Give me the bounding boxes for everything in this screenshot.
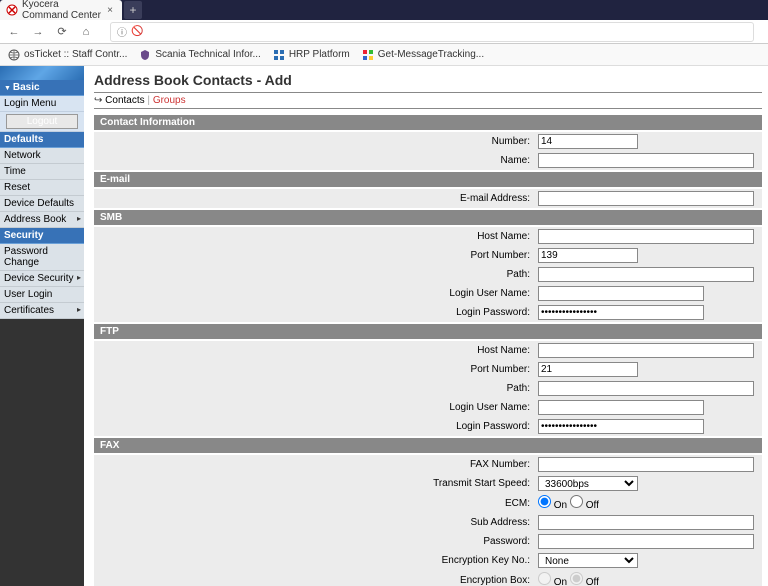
sidebar-item-address-book[interactable]: Address Book [0, 212, 84, 228]
label-enc-box: Encryption Box: [94, 570, 534, 586]
label-ftp-pass: Login Password: [94, 417, 534, 436]
tab-separator: | [147, 95, 150, 106]
bookmark-label: osTicket :: Staff Contr... [24, 49, 127, 60]
sidebar-item-password-change[interactable]: Password Change [0, 244, 84, 271]
label-fax-password: Password: [94, 532, 534, 551]
label-email: E-mail Address: [94, 189, 534, 208]
main-content: Address Book Contacts - Add Contacts | G… [84, 66, 768, 586]
grid-icon [273, 49, 285, 61]
label-transmit-speed: Transmit Start Speed: [94, 474, 534, 493]
ftp-user-input[interactable] [538, 400, 704, 415]
ftp-port-input[interactable] [538, 362, 638, 377]
label-ecm: ECM: [94, 493, 534, 513]
smb-user-input[interactable] [538, 286, 704, 301]
url-bar[interactable]: ⓘ 🚫 [110, 22, 754, 42]
label-smb-pass: Login Password: [94, 303, 534, 322]
browser-tab-strip: Kyocera Command Center × + [0, 0, 768, 20]
forward-button[interactable]: → [28, 22, 48, 42]
smb-port-input[interactable] [538, 248, 638, 263]
sidebar-section-security[interactable]: Security [0, 228, 84, 244]
section-fax: FAX [94, 438, 762, 453]
sidebar-logout-wrap: Logout [0, 112, 84, 132]
label-ftp-host: Host Name: [94, 341, 534, 360]
section-ftp: FTP [94, 324, 762, 339]
ftp-path-input[interactable] [538, 381, 754, 396]
enc-key-select[interactable]: None [538, 553, 638, 568]
sidebar-item-reset[interactable]: Reset [0, 180, 84, 196]
name-input[interactable] [538, 153, 754, 168]
sidebar: Basic Login Menu Logout Defaults Network… [0, 66, 84, 586]
smb-path-input[interactable] [538, 267, 754, 282]
browser-navbar: ← → ⟳ ⌂ ⓘ 🚫 [0, 20, 768, 44]
section-contact-info: Contact Information [94, 115, 762, 130]
label-smb-path: Path: [94, 265, 534, 284]
ecm-on-radio[interactable]: On [538, 500, 567, 511]
info-icon: ⓘ [117, 24, 127, 39]
label-sub-address: Sub Address: [94, 513, 534, 532]
label-ftp-port: Port Number: [94, 360, 534, 379]
transmit-speed-select[interactable]: 33600bps [538, 476, 638, 491]
ftp-pass-input[interactable] [538, 419, 704, 434]
enc-box-off-radio[interactable]: Off [570, 577, 599, 586]
browser-tab-active[interactable]: Kyocera Command Center × [0, 0, 122, 20]
bookmark-label: Scania Technical Infor... [155, 49, 260, 60]
new-tab-button[interactable]: + [124, 1, 142, 19]
tab-groups[interactable]: Groups [153, 95, 186, 106]
label-ftp-path: Path: [94, 379, 534, 398]
label-smb-user: Login User Name: [94, 284, 534, 303]
crumb-icon [94, 95, 105, 106]
label-name: Name: [94, 151, 534, 170]
sub-address-input[interactable] [538, 515, 754, 530]
sidebar-login-menu[interactable]: Login Menu [0, 96, 84, 112]
sidebar-banner [0, 66, 84, 80]
bookmark-msgtrack[interactable]: Get-MessageTracking... [358, 46, 488, 64]
tab-favicon [6, 4, 18, 16]
label-ftp-user: Login User Name: [94, 398, 534, 417]
sidebar-basic-label: Basic [13, 82, 40, 93]
smb-host-input[interactable] [538, 229, 754, 244]
fax-password-input[interactable] [538, 534, 754, 549]
label-fax-number: FAX Number: [94, 455, 534, 474]
sidebar-section-basic[interactable]: Basic [0, 80, 84, 96]
section-email: E-mail [94, 172, 762, 187]
email-input[interactable] [538, 191, 754, 206]
ftp-host-input[interactable] [538, 343, 754, 358]
logout-button[interactable]: Logout [6, 114, 78, 129]
label-smb-host: Host Name: [94, 227, 534, 246]
bookmark-label: HRP Platform [289, 49, 350, 60]
sidebar-item-network[interactable]: Network [0, 148, 84, 164]
shield-icon [139, 49, 151, 61]
grid-color-icon [362, 49, 374, 61]
tab-contacts[interactable]: Contacts [105, 95, 144, 106]
section-smb: SMB [94, 210, 762, 225]
smb-pass-input[interactable] [538, 305, 704, 320]
bookmarks-bar: osTicket :: Staff Contr... Scania Techni… [0, 44, 768, 66]
ecm-off-radio[interactable]: Off [570, 500, 599, 511]
bookmark-label: Get-MessageTracking... [378, 49, 484, 60]
fax-number-input[interactable] [538, 457, 754, 472]
page-title: Address Book Contacts - Add [94, 72, 762, 88]
close-tab-icon[interactable]: × [104, 5, 116, 16]
label-smb-port: Port Number: [94, 246, 534, 265]
sidebar-item-device-security[interactable]: Device Security [0, 271, 84, 287]
tab-links: Contacts | Groups [94, 92, 762, 109]
number-input[interactable] [538, 134, 638, 149]
sidebar-item-user-login[interactable]: User Login [0, 287, 84, 303]
sidebar-item-device-defaults[interactable]: Device Defaults [0, 196, 84, 212]
bookmark-scania[interactable]: Scania Technical Infor... [135, 46, 264, 64]
sidebar-item-time[interactable]: Time [0, 164, 84, 180]
home-button[interactable]: ⌂ [76, 22, 96, 42]
sidebar-section-defaults[interactable]: Defaults [0, 132, 84, 148]
sidebar-item-certificates[interactable]: Certificates [0, 303, 84, 319]
back-button[interactable]: ← [4, 22, 24, 42]
globe-icon [8, 49, 20, 61]
label-enc-key: Encryption Key No.: [94, 551, 534, 570]
reload-button[interactable]: ⟳ [52, 22, 72, 42]
bookmark-hrp[interactable]: HRP Platform [269, 46, 354, 64]
tab-title: Kyocera Command Center [22, 0, 104, 21]
bookmark-osticket[interactable]: osTicket :: Staff Contr... [4, 46, 131, 64]
enc-box-on-radio[interactable]: On [538, 577, 567, 586]
label-number: Number: [94, 132, 534, 151]
shield-alert-icon: 🚫 [131, 26, 143, 37]
